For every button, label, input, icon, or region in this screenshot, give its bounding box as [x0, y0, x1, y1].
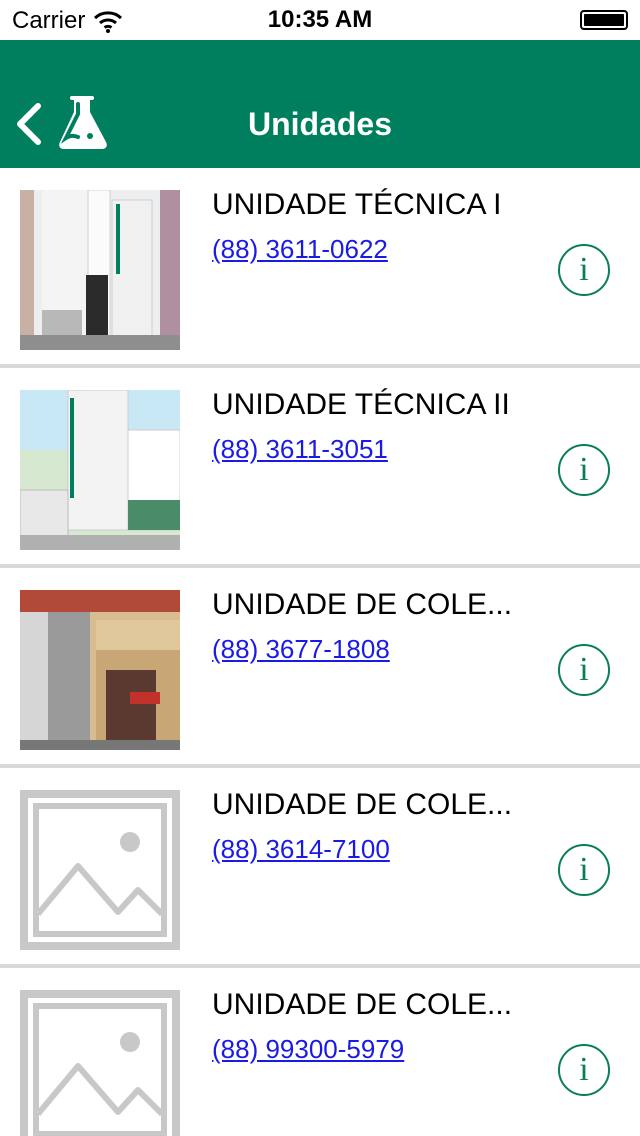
list-item[interactable]: UNIDADE TÉCNICA II (88) 3611-3051 i — [0, 368, 640, 568]
info-button[interactable]: i — [558, 844, 610, 896]
page-title: Unidades — [247, 106, 393, 142]
phone-link[interactable]: (88) 3611-3051 — [212, 434, 388, 465]
info-button[interactable]: i — [558, 644, 610, 696]
clock: 10:35 AM — [267, 6, 373, 33]
phone-link[interactable]: (88) 3677-1808 — [212, 634, 390, 665]
unit-name: UNIDADE TÉCNICA I — [212, 188, 502, 221]
unit-photo — [20, 390, 180, 550]
unit-photo — [20, 590, 180, 750]
info-button[interactable]: i — [558, 444, 610, 496]
list-item[interactable]: UNIDADE DE COLE... (88) 3614-7100 i — [0, 768, 640, 968]
unit-name: UNIDADE DE COLE... — [212, 988, 513, 1021]
list-item[interactable]: UNIDADE TÉCNICA I (88) 3611-0622 i — [0, 168, 640, 368]
phone-link[interactable]: (88) 99300-5979 — [212, 1034, 404, 1065]
info-button[interactable]: i — [558, 244, 610, 296]
image-placeholder-icon — [20, 990, 180, 1136]
phone-link[interactable]: (88) 3614-7100 — [212, 834, 390, 865]
phone-link[interactable]: (88) 3611-0622 — [212, 234, 388, 265]
units-list: UNIDADE TÉCNICA I (88) 3611-0622 i UNIDA… — [0, 168, 640, 1136]
list-item[interactable]: UNIDADE DE COLE... (88) 99300-5979 i — [0, 968, 640, 1136]
unit-name: UNIDADE DE COLE... — [212, 588, 513, 621]
navigation-bar: Unidades — [0, 40, 640, 168]
status-bar: Carrier 10:35 AM — [0, 0, 640, 40]
battery-icon — [580, 10, 628, 30]
unit-name: UNIDADE TÉCNICA II — [212, 388, 510, 421]
info-button[interactable]: i — [558, 1044, 610, 1096]
unit-photo — [20, 190, 180, 350]
image-placeholder-icon — [20, 790, 180, 950]
unit-name: UNIDADE DE COLE... — [212, 788, 513, 821]
list-item[interactable]: UNIDADE DE COLE... (88) 3677-1808 i — [0, 568, 640, 768]
